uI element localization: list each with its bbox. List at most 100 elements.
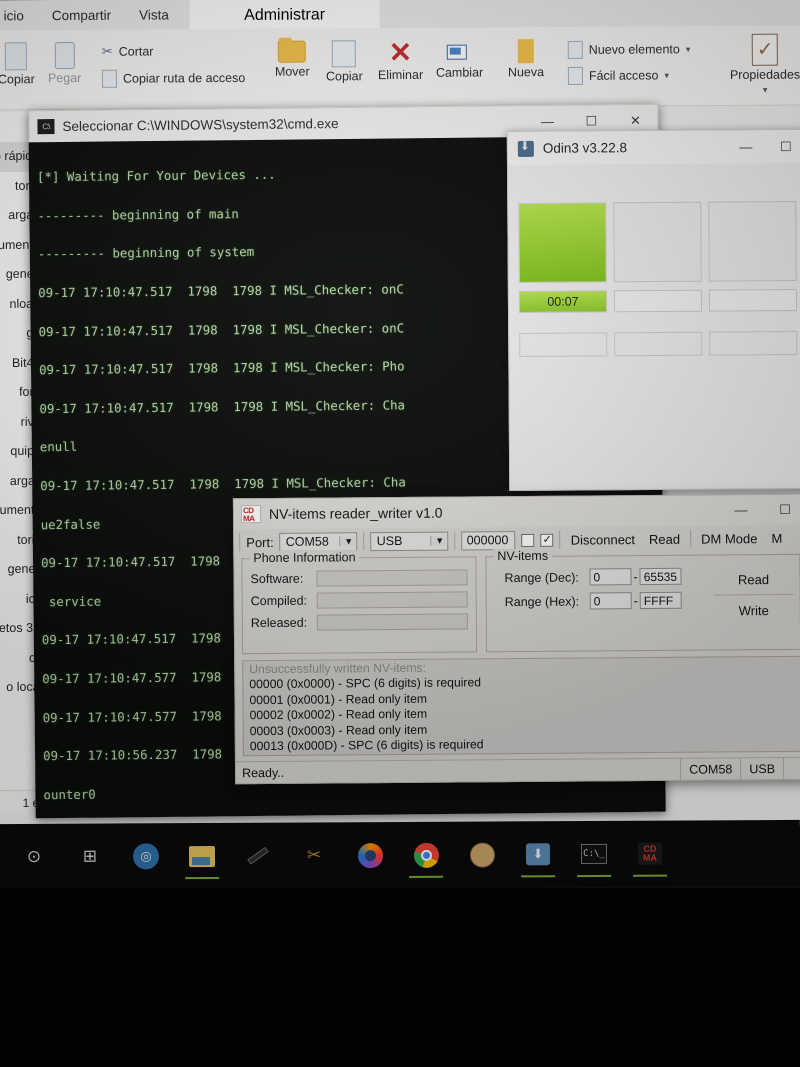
software-label: Software: xyxy=(250,571,304,587)
cmd-line-4: 09-17 17:10:47.517 1798 1798 I MSL_Check… xyxy=(38,320,405,339)
ribbon-pegar[interactable]: Pegar xyxy=(48,41,81,85)
odin-button[interactable]: ⬇ xyxy=(510,826,566,882)
nv-title-bar[interactable]: CD MA NV-items reader_writer v1.0 — ☐ xyxy=(233,494,800,530)
file-explorer-button[interactable] xyxy=(174,828,230,884)
ribbon-nuevo-elemento[interactable]: Nuevo elemento ▾ xyxy=(567,40,691,59)
ribbon-facil-acceso[interactable]: Fácil acceso ▾ xyxy=(567,66,669,85)
start-button[interactable]: ⊙ xyxy=(6,829,62,885)
ribbon-cortar-label: Cortar xyxy=(118,44,154,59)
cmd-line-11: service xyxy=(41,593,102,610)
ribbon-copiar-a[interactable]: Copiar xyxy=(326,40,363,83)
cmd-line-7: enull xyxy=(39,439,78,455)
odin-extra-box-1 xyxy=(519,332,608,357)
range-dec-from-input[interactable]: 0 xyxy=(589,568,632,586)
nv-items-window[interactable]: CD MA NV-items reader_writer v1.0 — ☐ Po… xyxy=(232,493,800,785)
odin-title-text: Odin3 v3.22.8 xyxy=(542,140,627,156)
chevron-down-icon-3[interactable]: ▾ xyxy=(763,85,768,95)
console-icon: C:\_ xyxy=(579,839,609,869)
firefox-icon xyxy=(355,840,385,870)
read-toolbar-button[interactable]: Read xyxy=(645,531,684,546)
range-dec-to-input[interactable]: 65535 xyxy=(639,567,682,586)
ribbon-mover-label: Mover xyxy=(274,64,310,79)
chrome-active-indicator xyxy=(409,875,444,878)
app-brown-button[interactable] xyxy=(454,826,510,882)
chrome-icon xyxy=(411,840,441,870)
odin-minimize-button[interactable]: — xyxy=(726,139,766,155)
cdma-taskbar-line2: MA xyxy=(642,852,658,863)
nv-minimize-button[interactable]: — xyxy=(719,502,763,518)
ribbon-facil-acceso-label: Fácil acceso xyxy=(588,68,659,83)
cmd-line-9: ue2false xyxy=(40,516,101,532)
software-field[interactable] xyxy=(316,569,468,587)
disconnect-button[interactable]: Disconnect xyxy=(567,532,639,548)
tab-administrar-container[interactable]: Administrar xyxy=(189,0,380,30)
cmd-close-button[interactable]: ✕ xyxy=(613,112,657,128)
cmd-window-buttons: — ☐ ✕ xyxy=(525,112,657,129)
range-hex-from-input[interactable]: 0 xyxy=(589,592,632,610)
ribbon-copiar-ruta-label: Copiar ruta de acceso xyxy=(122,70,246,86)
new-item-icon xyxy=(567,40,583,59)
nv-read-button[interactable]: Read xyxy=(713,564,794,596)
nv-status-bar: Ready.. COM58 USB xyxy=(235,756,800,784)
more-button[interactable]: M xyxy=(767,530,786,545)
monitor-bezel xyxy=(0,888,800,1067)
task-view-icon: ⊞ xyxy=(82,846,98,866)
nv-maximize-button[interactable]: ☐ xyxy=(763,502,800,518)
tab-administrar[interactable]: Administrar xyxy=(244,6,325,28)
range-hex-dash: - xyxy=(633,593,638,608)
ribbon-nueva-carpeta[interactable]: Nueva xyxy=(508,39,544,79)
ribbon-cortar[interactable]: ✂ Cortar xyxy=(102,43,154,59)
snip-tool-button[interactable]: ✂ xyxy=(286,827,342,883)
cmd-line-3: 09-17 17:10:47.517 1798 1798 I MSL_Check… xyxy=(38,281,404,301)
cortana-icon: ◎ xyxy=(131,841,161,871)
cmd-button[interactable]: C:\_ xyxy=(566,826,622,882)
chevron-down-icon-iface[interactable]: ▼ xyxy=(430,535,448,546)
ribbon-cambiar[interactable]: Cambiar xyxy=(436,39,483,79)
ribbon-eliminar[interactable]: ✕ Eliminar xyxy=(378,37,423,82)
cmd-maximize-button[interactable]: ☐ xyxy=(569,113,613,129)
ribbon-mover[interactable]: Mover xyxy=(274,40,310,79)
chrome-button[interactable] xyxy=(398,827,454,883)
range-hex-to-input[interactable]: FFFF xyxy=(639,591,682,610)
pen-tool-button[interactable] xyxy=(230,828,286,884)
dm-mode-button[interactable]: DM Mode xyxy=(697,531,761,547)
odin-timer: 00:07 xyxy=(518,290,608,313)
tab-compartir[interactable]: Compartir xyxy=(38,4,125,26)
cortana-button[interactable]: ◎ xyxy=(118,828,174,884)
toolbar-separator-2 xyxy=(454,531,456,550)
odin-timer-3 xyxy=(708,289,798,312)
cmd-minimize-button[interactable]: — xyxy=(525,113,569,129)
odin-status-boxes xyxy=(518,201,797,283)
port-combo[interactable]: COM58 ▼ xyxy=(279,531,358,552)
ribbon-copiar[interactable]: Copiar xyxy=(0,42,35,86)
copy-icon xyxy=(5,42,28,71)
chevron-down-icon-2[interactable]: ▾ xyxy=(664,70,669,81)
compiled-field[interactable] xyxy=(316,591,468,609)
ribbon-propiedades[interactable]: Propiedades ▾ xyxy=(729,33,800,96)
nv-items-result-list[interactable]: Unsuccessfully written NV-items: 00000 (… xyxy=(242,655,800,757)
released-row: Released: xyxy=(251,613,468,631)
released-field[interactable] xyxy=(316,613,468,631)
nv-write-button[interactable]: Write xyxy=(714,595,794,626)
tab-vista[interactable]: Vista xyxy=(125,4,183,25)
ribbon-propiedades-label: Propiedades xyxy=(729,67,800,82)
odin-window[interactable]: Odin3 v3.22.8 — ☐ 00:07 xyxy=(506,128,800,492)
odin-maximize-button[interactable]: ☐ xyxy=(766,138,800,154)
interface-combo[interactable]: USB ▼ xyxy=(370,531,449,551)
cdma-tool-button[interactable]: CD MA xyxy=(622,826,678,882)
chevron-down-icon[interactable]: ▾ xyxy=(686,44,691,55)
firefox-button[interactable] xyxy=(342,827,398,883)
spc-input[interactable]: 000000 xyxy=(461,530,516,550)
cdma-active-indicator xyxy=(633,874,668,877)
ribbon-copiar-ruta[interactable]: Copiar ruta de acceso xyxy=(101,69,246,88)
checkbox-2[interactable]: ✓ xyxy=(540,533,554,547)
chevron-down-icon-port[interactable]: ▼ xyxy=(339,536,357,547)
odin-title-bar[interactable]: Odin3 v3.22.8 — ☐ xyxy=(507,129,800,166)
nv-panels: Phone Information Software: Compiled: Re… xyxy=(234,548,800,655)
ribbon-nuevo-elemento-label: Nuevo elemento xyxy=(588,42,680,57)
nv-title-text: NV-items reader_writer v1.0 xyxy=(268,504,443,522)
tab-inicio[interactable]: icio xyxy=(0,5,38,26)
checkbox-1[interactable] xyxy=(521,533,535,547)
released-label: Released: xyxy=(250,615,308,631)
task-view-button[interactable]: ⊞ xyxy=(62,828,118,884)
